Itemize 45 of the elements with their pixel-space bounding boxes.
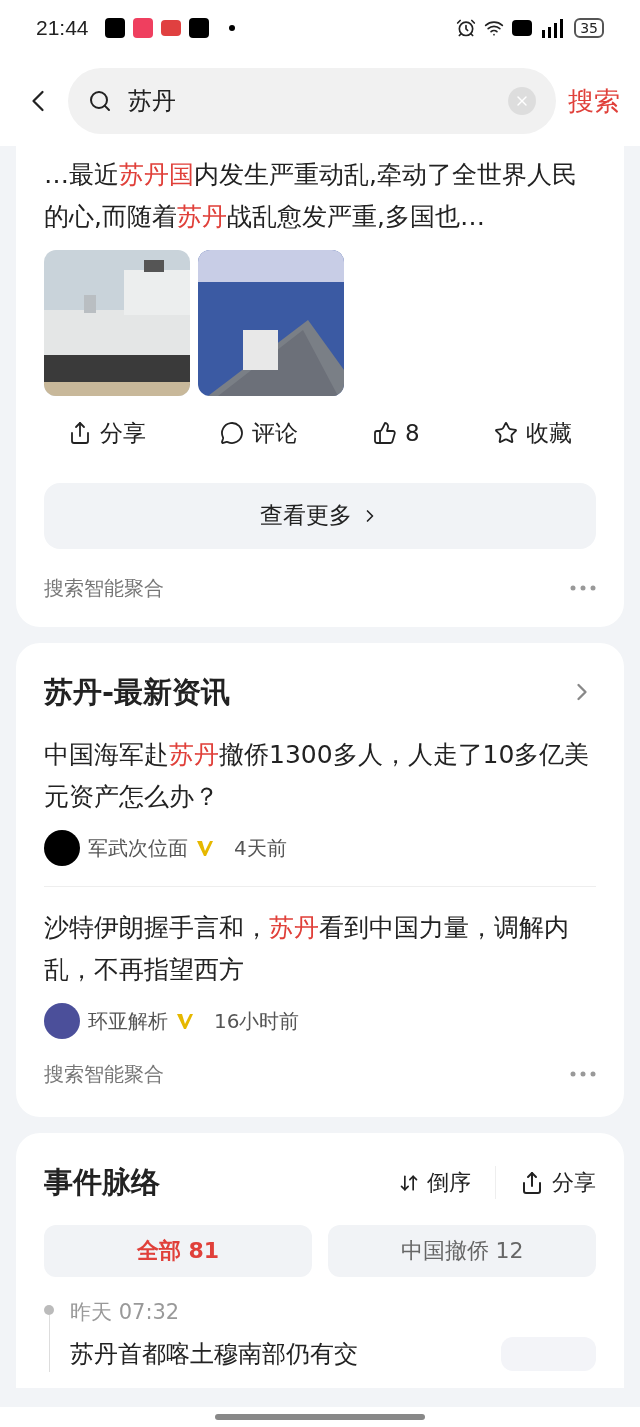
alarm-icon <box>456 18 477 38</box>
app-icon <box>132 18 153 38</box>
comment-icon <box>220 421 245 446</box>
news-time: 16小时前 <box>214 1008 300 1035</box>
verified-icon <box>196 839 214 857</box>
search-button[interactable]: 搜索 <box>568 81 620 121</box>
filter-tab[interactable]: 全部 81 <box>44 1224 312 1277</box>
thumbs-up-icon <box>372 421 397 446</box>
verified-icon <box>176 1012 194 1030</box>
search-query: 苏丹 <box>128 86 177 117</box>
summary-snippet: …最近苏丹国内发生严重动乱,牵动了全世界人民的心,而随着苏丹战乱愈发严重,多国也… <box>44 159 578 233</box>
filter-tab[interactable]: 中国撤侨 12 <box>328 1224 596 1277</box>
more-icon[interactable] <box>570 1071 596 1077</box>
source-name: 军武次位面 <box>88 835 188 862</box>
source-label: 搜索智能聚合 <box>44 1061 164 1088</box>
news-time: 4天前 <box>234 835 287 862</box>
share-icon <box>520 1170 544 1195</box>
share-button[interactable]: 分享 <box>68 416 146 451</box>
news-headline[interactable]: 沙特伊朗握手言和，苏丹看到中国力量，调解内乱，不再指望西方 <box>44 907 596 991</box>
app-icon <box>160 20 181 36</box>
avatar-icon <box>44 830 80 866</box>
share-icon <box>68 421 92 446</box>
event-text[interactable]: 苏丹首都喀土穆南部仍有交 <box>70 1336 358 1372</box>
app-icon <box>188 18 209 38</box>
more-icon[interactable] <box>570 584 596 591</box>
status-time: 21:44 <box>36 15 89 42</box>
sort-button[interactable]: 倒序 <box>399 1166 496 1200</box>
source-name: 环亚解析 <box>88 1008 168 1035</box>
wifi-icon <box>484 18 505 38</box>
search-icon <box>88 89 112 113</box>
comment-button[interactable]: 评论 <box>220 416 299 451</box>
section-title: 苏丹-最新资讯 <box>44 673 231 711</box>
avatar-icon <box>44 1003 80 1039</box>
favorite-button[interactable]: 收藏 <box>494 416 572 451</box>
section-title: 事件脉络 <box>44 1164 160 1201</box>
share-button[interactable]: 分享 <box>496 1166 596 1200</box>
search-field[interactable]: 苏丹 <box>68 68 556 134</box>
event-time: 昨天 07:32 <box>70 1298 181 1326</box>
like-button[interactable]: 8 <box>372 416 420 451</box>
source-label: 搜索智能聚合 <box>44 574 164 602</box>
app-icon <box>104 18 125 38</box>
star-icon <box>494 421 518 446</box>
news-headline[interactable]: 中国海军赴苏丹撤侨1300多人，人走了10多亿美元资产怎么办？ <box>44 734 596 818</box>
battery-level: 35 <box>574 18 604 38</box>
view-more-button[interactable]: 查看更多 <box>44 482 596 549</box>
